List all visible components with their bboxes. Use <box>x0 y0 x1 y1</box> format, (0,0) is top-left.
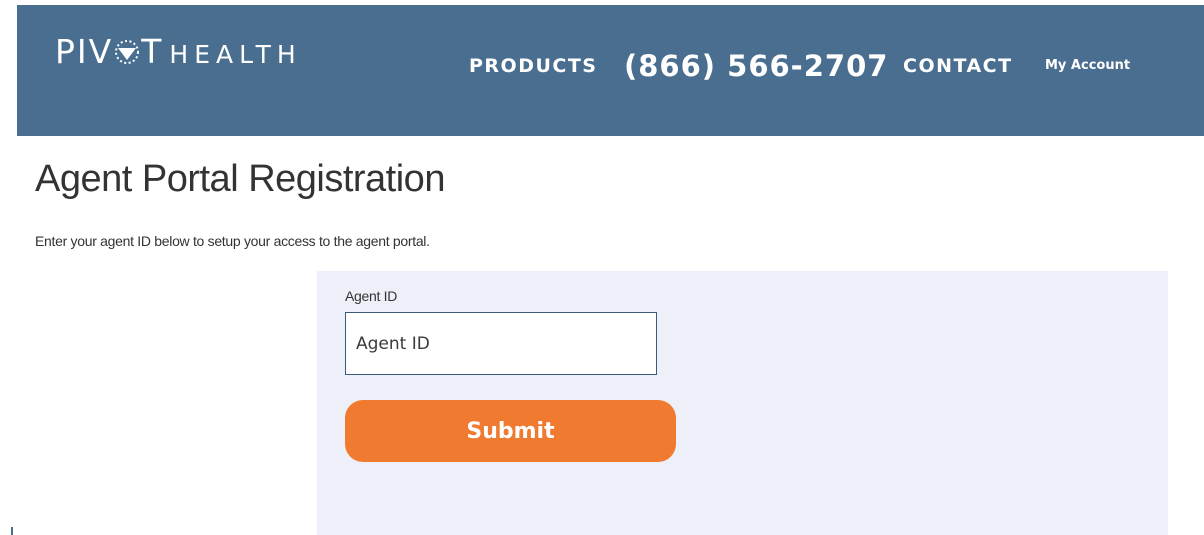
logo-wordmark-pivot: PIV T <box>55 32 163 71</box>
site-header: PIV T HEALTH PRODUCTS (866) 566-2707 CON… <box>17 5 1204 136</box>
agent-id-label: Agent ID <box>345 288 398 304</box>
registration-form-panel: Agent ID Submit <box>317 271 1168 535</box>
logo-wordmark-health: HEALTH <box>169 40 302 69</box>
page: PIV T HEALTH PRODUCTS (866) 566-2707 CON… <box>0 0 1204 535</box>
edge-divider <box>11 527 13 535</box>
nav-my-account-link[interactable]: My Account <box>1045 5 1130 136</box>
logo-pivot-left: PIV <box>55 32 114 71</box>
nav-products-link[interactable]: PRODUCTS <box>469 5 598 136</box>
pivot-health-logo[interactable]: PIV T HEALTH <box>55 32 302 72</box>
submit-button[interactable]: Submit <box>345 400 676 462</box>
page-title: Agent Portal Registration <box>35 158 445 200</box>
intro-text: Enter your agent ID below to setup your … <box>35 233 430 249</box>
logo-pivot-right: T <box>141 32 164 71</box>
agent-id-input[interactable] <box>345 312 657 375</box>
nav-phone-link[interactable]: (866) 566-2707 <box>624 5 888 136</box>
pivot-circle-icon <box>114 34 140 64</box>
nav-contact-link[interactable]: CONTACT <box>903 5 1013 136</box>
